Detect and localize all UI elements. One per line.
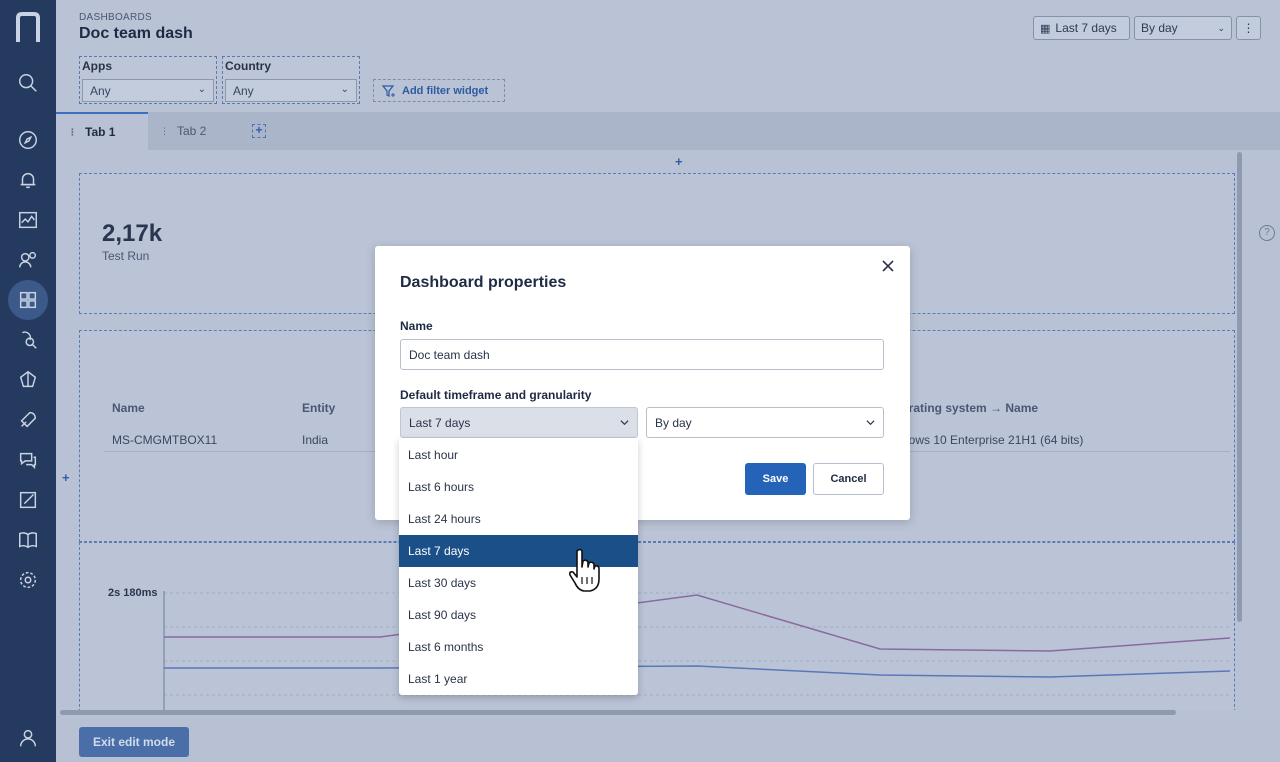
name-field-label: Name [400, 319, 433, 333]
table-header-os[interactable]: erating system → Name [902, 401, 1038, 415]
rocket-icon[interactable] [8, 400, 48, 440]
close-icon[interactable] [880, 258, 896, 274]
dropdown-option-last-90-days[interactable]: Last 90 days [399, 599, 638, 631]
save-button[interactable]: Save [745, 463, 806, 495]
drag-handle-icon[interactable]: ⋮ [160, 126, 169, 137]
table-cell-name: MS-CMGMTBOX11 [112, 433, 218, 447]
table-header-name[interactable]: Name [112, 401, 145, 415]
breadcrumb[interactable]: DASHBOARDS [79, 12, 152, 23]
dropdown-option-last-24-hours[interactable]: Last 24 hours [399, 503, 638, 535]
book-icon[interactable] [8, 520, 48, 560]
granularity-dialog-value: By day [655, 415, 692, 430]
drag-handle-icon[interactable]: ⋮ [68, 127, 77, 138]
add-tab-button[interactable]: + [252, 124, 266, 138]
insights-icon[interactable] [8, 360, 48, 400]
investigate-icon[interactable] [8, 320, 48, 360]
calendar-icon: ▦ [1040, 22, 1051, 35]
name-input[interactable] [400, 339, 884, 370]
user-icon[interactable] [8, 718, 48, 758]
cancel-button[interactable]: Cancel [813, 463, 884, 495]
tab-bar: ⋮ Tab 1 ⋮ Tab 2 [56, 112, 1280, 150]
tab-2-label: Tab 2 [177, 124, 207, 138]
add-column-icon[interactable]: + [62, 470, 70, 485]
dropdown-option-last-6-hours[interactable]: Last 6 hours [399, 471, 638, 503]
line-chart [163, 591, 1231, 710]
add-filter-widget-button[interactable]: Add filter widget [373, 79, 505, 102]
search-icon[interactable] [8, 63, 48, 103]
granularity-dialog-select[interactable]: By day [646, 407, 884, 438]
table-cell-entity: India [302, 433, 329, 447]
filter-add-icon [382, 84, 395, 97]
footer-bar: Exit edit mode [56, 718, 1280, 762]
page-title: Doc team dash [79, 25, 193, 42]
timeframe-button[interactable]: ▦ Last 7 days [1033, 16, 1130, 40]
timeframe-select[interactable]: Last 7 days [400, 407, 638, 438]
dropdown-option-last-1-year[interactable]: Last 1 year [399, 663, 638, 695]
chevron-down-icon: ⌄ [340, 84, 349, 95]
dropdown-option-last-6-months[interactable]: Last 6 months [399, 631, 638, 663]
country-filter-value: Any [233, 84, 254, 98]
horizontal-scrollbar[interactable] [60, 710, 1176, 715]
chevron-down-icon [866, 420, 875, 426]
kpi-value: 2,17k [102, 220, 163, 247]
country-filter-select[interactable]: Any ⌄ [225, 79, 357, 102]
user-journey-icon[interactable] [8, 240, 48, 280]
add-row-icon[interactable]: + [675, 154, 683, 169]
tab-2[interactable]: ⋮ Tab 2 [148, 112, 206, 150]
table-header-entity[interactable]: Entity [302, 401, 335, 415]
kebab-menu-icon: ⋮ [1242, 21, 1255, 35]
dropdown-option-last-hour[interactable]: Last hour [399, 439, 638, 471]
bell-icon[interactable] [8, 160, 48, 200]
country-filter: Country Any ⌄ [222, 56, 360, 104]
apps-filter: Apps Any ⌄ [79, 56, 217, 104]
chevron-down-icon: ⌄ [1217, 22, 1225, 33]
analytics-icon[interactable] [8, 200, 48, 240]
kpi-label: Test Run [102, 249, 150, 263]
help-icon[interactable]: ? [1259, 225, 1275, 241]
timeframe-field-label: Default timeframe and granularity [400, 388, 592, 402]
apps-filter-label: Apps [82, 59, 112, 73]
chart-series-purple [164, 594, 1231, 652]
vertical-scrollbar[interactable] [1237, 152, 1242, 622]
country-filter-label: Country [225, 59, 271, 73]
granularity-select-label: By day [1141, 21, 1178, 35]
tab-1-label: Tab 1 [85, 125, 116, 139]
timeframe-select-value: Last 7 days [409, 415, 471, 430]
app-logo-icon[interactable] [14, 12, 42, 44]
apps-filter-value: Any [90, 84, 111, 98]
exit-edit-mode-button[interactable]: Exit edit mode [79, 727, 189, 757]
feedback-icon[interactable] [8, 440, 48, 480]
table-cell-os: dows 10 Enterprise 21H1 (64 bits) [902, 433, 1084, 447]
reports-icon[interactable] [8, 480, 48, 520]
dashboard-header: DASHBOARDS Doc team dash ▦ Last 7 days B… [56, 0, 1280, 112]
tab-1[interactable]: ⋮ Tab 1 [56, 112, 148, 150]
gear-icon[interactable] [8, 560, 48, 600]
more-options-button[interactable]: ⋮ [1236, 16, 1261, 40]
timeframe-button-label: Last 7 days [1055, 21, 1117, 35]
chart-series-blue [164, 665, 1231, 678]
hand-cursor-icon [569, 548, 600, 592]
chevron-down-icon [620, 420, 629, 426]
sidebar [0, 0, 56, 762]
dialog-title: Dashboard properties [400, 274, 567, 291]
chart-y-label: 2s 180ms [108, 587, 158, 599]
apps-filter-select[interactable]: Any ⌄ [82, 79, 214, 102]
add-filter-widget-label: Add filter widget [402, 84, 489, 97]
chart-widget[interactable] [79, 542, 1235, 710]
chevron-down-icon: ⌄ [197, 84, 206, 95]
compass-icon[interactable] [8, 120, 48, 160]
dashboards-icon[interactable] [8, 280, 48, 320]
granularity-select[interactable]: By day ⌄ [1134, 16, 1232, 40]
